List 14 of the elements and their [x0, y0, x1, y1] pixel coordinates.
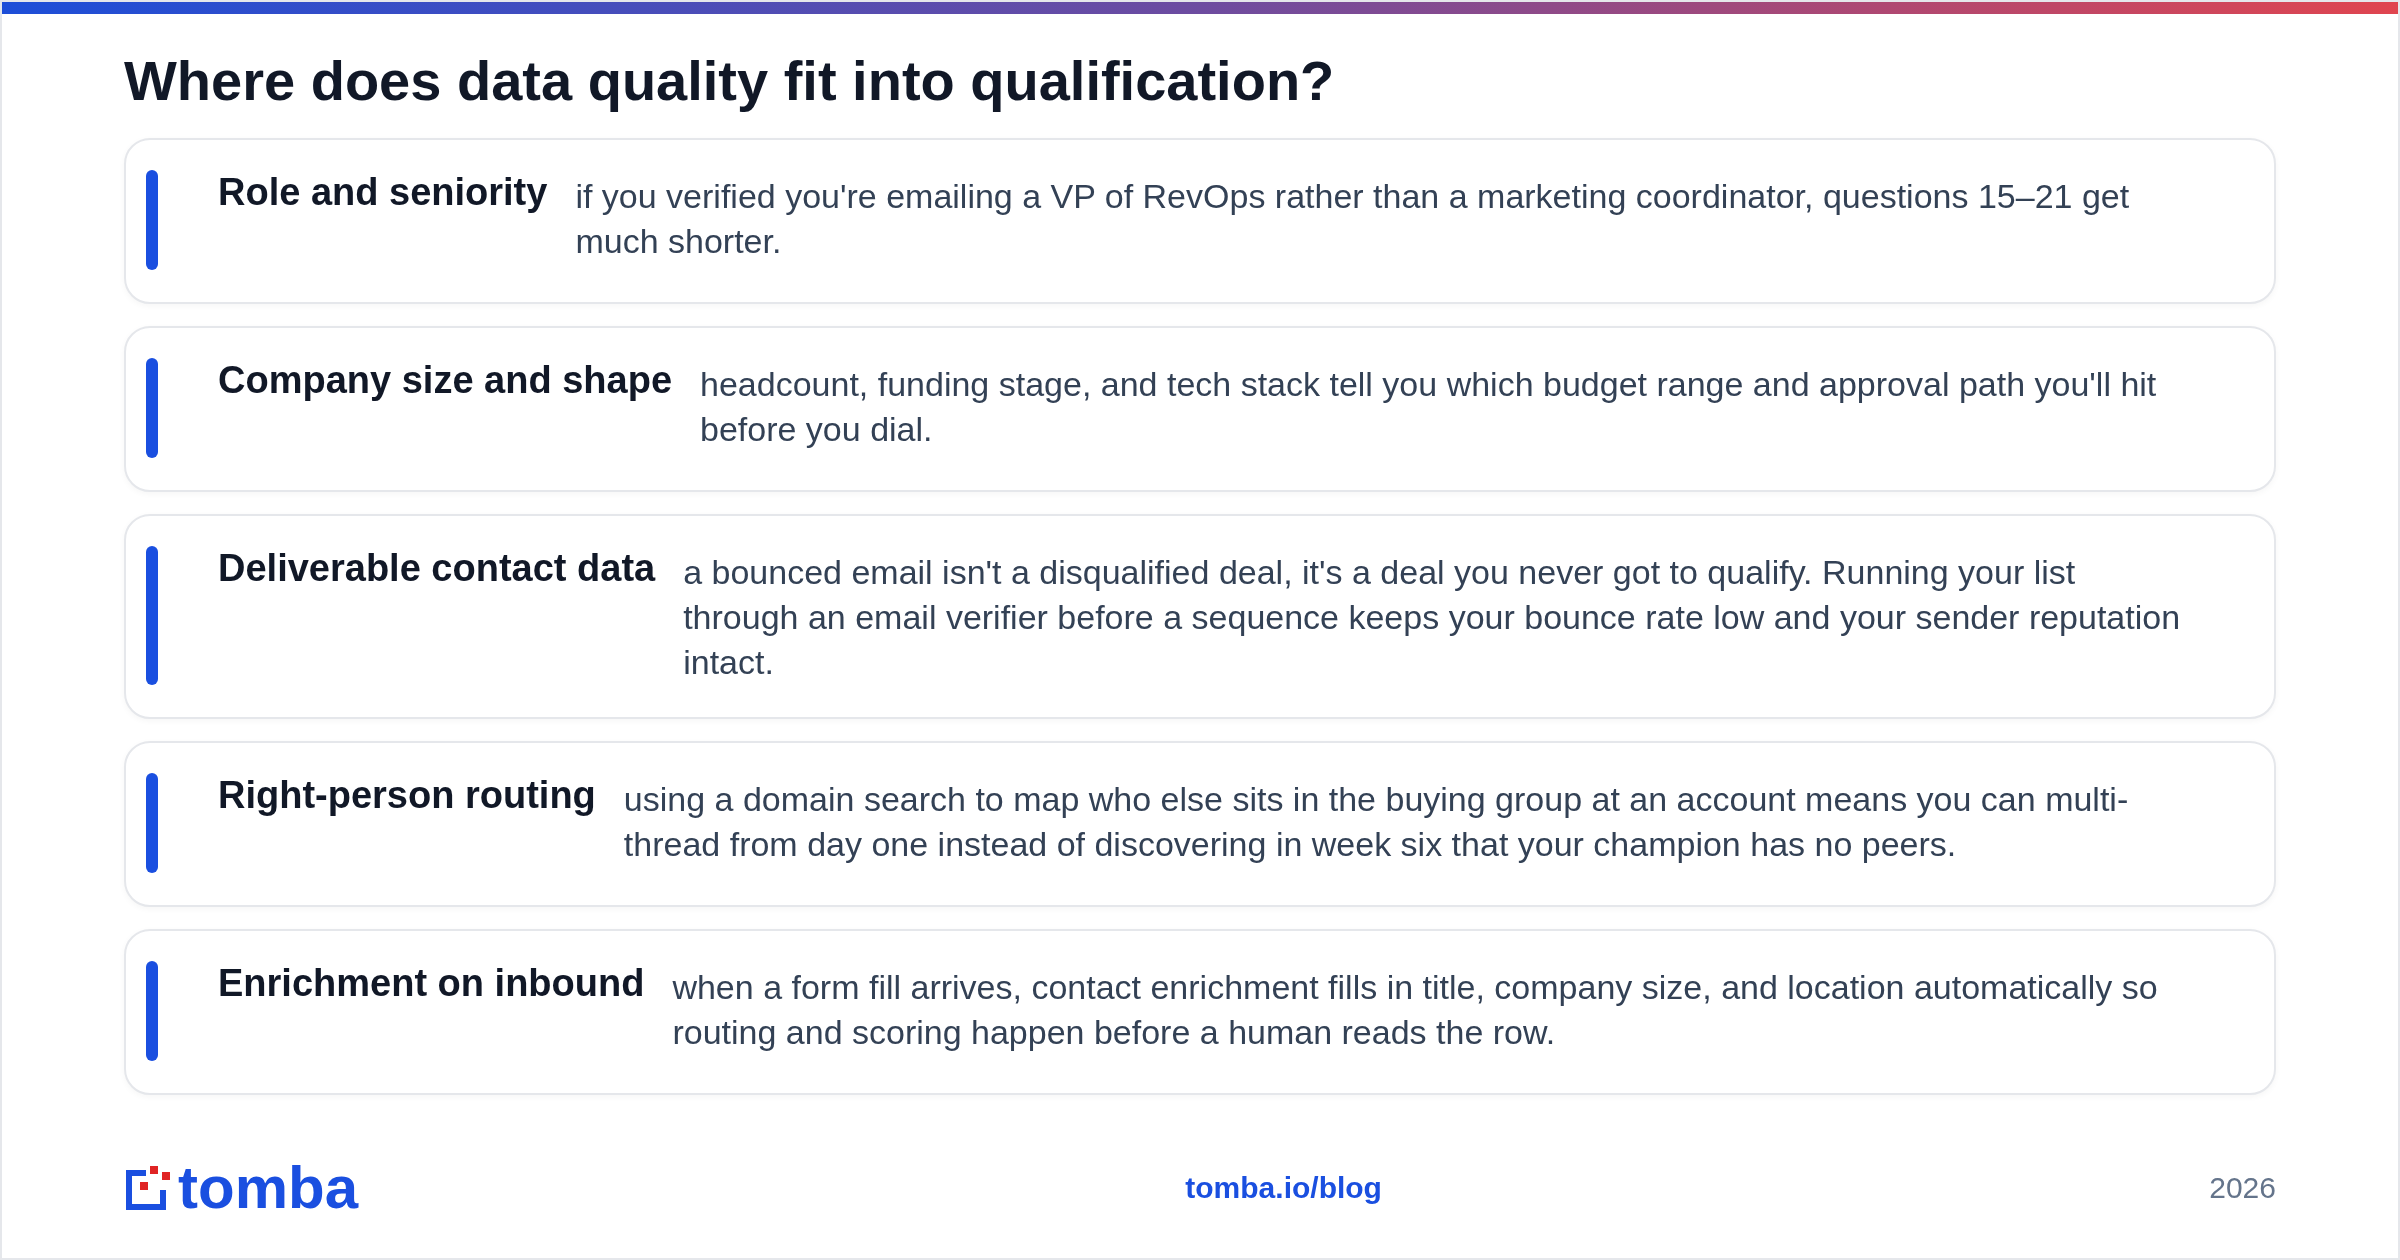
item-term: Enrichment on inbound — [218, 960, 645, 1005]
year-label: 2026 — [2209, 1171, 2276, 1205]
logo-wordmark: tomba — [178, 1158, 358, 1218]
item-description: a bounced email isn't a disqualified deal, it's a deal you never got to qualify. Running your list through an email verifier before a sequence keeps your bounce rate low and your sender reputation intact. — [683, 551, 2182, 683]
item-description: if you verified you're emailing a VP of RevOps rather than a marketing coordinator, questions 15–21 get much shorter. — [575, 175, 2131, 262]
item-description: when a form fill arrives, contact enrichment fills in title, company size, and location automatically so routing and scoring happen before a human reads the row. — [672, 966, 2159, 1053]
item-term: Role and seniority — [218, 169, 548, 214]
item-term: Deliverable contact data — [218, 545, 656, 590]
page-title: Where does data quality fit into qualification? — [124, 50, 1336, 112]
blog-link[interactable]: tomba.io/blog — [1185, 1171, 1382, 1205]
item-description: using a domain search to map who else sits in the buying group at an account means you can multi-thread from day one instead of discovering in week six that your champion has no peers. — [623, 778, 2130, 865]
item-term: Right-person routing — [218, 772, 596, 817]
item-description: headcount, funding stage, and tech stack tell you which budget range and approval path you'll hit before you dial. — [700, 363, 2158, 450]
item-term: Company size and shape — [218, 357, 672, 402]
